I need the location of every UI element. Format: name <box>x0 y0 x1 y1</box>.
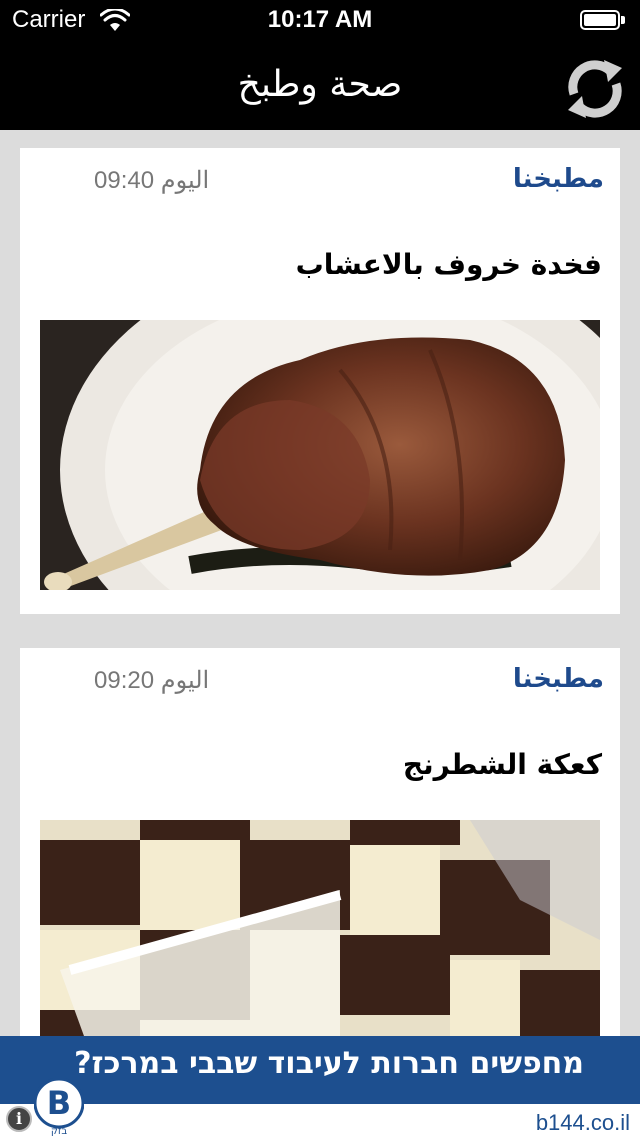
ad-logo: B בזק <box>34 1078 84 1136</box>
info-icon[interactable]: i <box>6 1106 32 1132</box>
article-date: اليوم 09:40 <box>94 167 210 194</box>
ad-url[interactable]: b144.co.il <box>536 1110 630 1136</box>
page-title: صحة وطبخ <box>237 64 403 105</box>
article-image-cake[interactable] <box>40 820 600 1068</box>
article-date: اليوم 09:20 <box>94 667 210 694</box>
clock: 10:17 AM <box>267 6 373 33</box>
article-title[interactable]: فخدة خروف بالاعشاب <box>42 248 602 281</box>
ad-strip: מחפשים חברות לעיבוד שבבי במרכז? <box>0 1036 640 1104</box>
article-card[interactable]: مطبخنا اليوم 09:20 كعكة الشطرنج <box>20 648 620 1068</box>
article-category[interactable]: مطبخنا <box>513 664 604 694</box>
article-image-lamb[interactable] <box>40 320 600 590</box>
battery-icon <box>580 10 626 32</box>
ad-text: מחפשים חברות לעיבוד שבבי במרכז? <box>74 1046 584 1081</box>
svg-text:B: B <box>47 1084 71 1122</box>
status-bar: Carrier 10:17 AM <box>0 0 640 40</box>
refresh-icon[interactable] <box>560 54 630 124</box>
article-category[interactable]: مطبخنا <box>513 164 604 194</box>
top-bar: Carrier 10:17 AM صحة وطبخ <box>0 0 640 130</box>
article-title[interactable]: كعكة الشطرنج <box>42 748 602 781</box>
svg-text:בזק: בזק <box>51 1126 68 1136</box>
ad-banner[interactable]: מחפשים חברות לעיבוד שבבי במרכז? B בזק b1… <box>0 1036 640 1136</box>
article-card[interactable]: مطبخنا اليوم 09:40 فخدة خروف بالاعشاب <box>20 148 620 614</box>
